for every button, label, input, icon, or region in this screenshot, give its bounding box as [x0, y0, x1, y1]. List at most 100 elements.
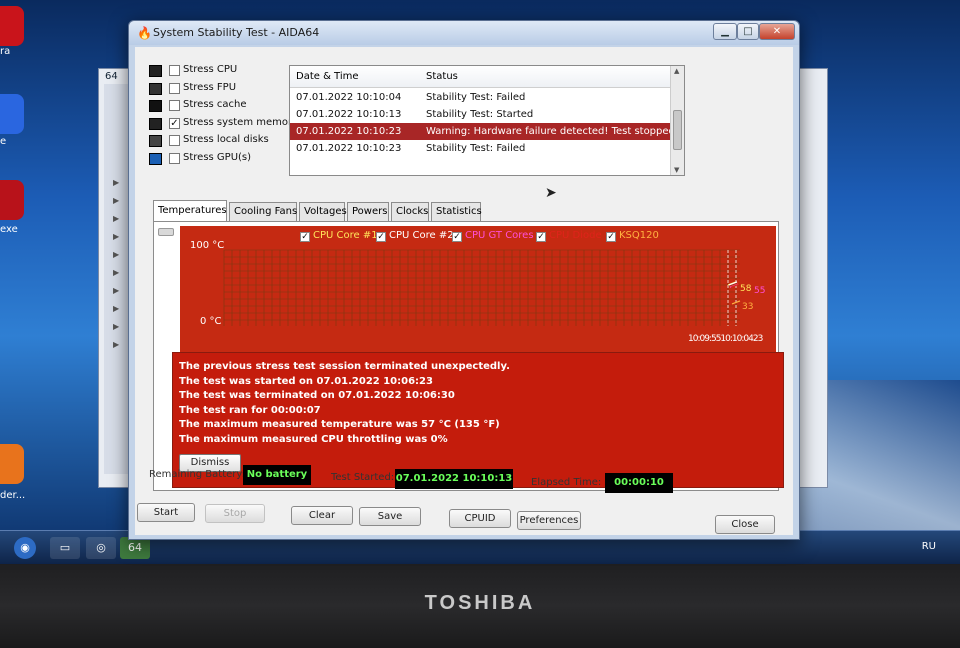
stress-checkbox[interactable]	[169, 135, 180, 146]
log-status: Stability Test: Failed	[426, 143, 526, 154]
value-label-55: 55	[754, 286, 766, 296]
legend-checkbox[interactable]: ✓	[452, 232, 462, 242]
stress-option[interactable]: Stress CPU	[145, 63, 285, 81]
legend-item[interactable]: ✓ CPU Diode	[536, 230, 602, 242]
log-scroll-thumb[interactable]	[673, 110, 682, 150]
stress-option[interactable]: Stress GPU(s)	[145, 151, 285, 169]
stress-option[interactable]: Stress FPU	[145, 81, 285, 99]
battery-value: No battery	[243, 465, 311, 485]
chrome-icon[interactable]: ◎	[86, 537, 116, 559]
close-button[interactable]: Close	[715, 515, 775, 534]
log-row[interactable]: 07.01.2022 10:10:23 Stability Test: Faile…	[290, 140, 670, 157]
stability-test-window[interactable]: 🔥 System Stability Test - AIDA64 ▁ □ ✕ S…	[128, 20, 800, 540]
value-label-58: 58	[740, 284, 752, 294]
desktop-icon-exe[interactable]	[0, 180, 24, 220]
legend-label: CPU GT Cores	[465, 230, 534, 241]
date-column-header[interactable]: Date & Time	[296, 71, 359, 82]
temperature-graph: ✓ CPU Core #1 ✓ CPU Core #2 ✓ CPU GT Cores ✓ CP…	[180, 226, 776, 352]
scroll-down-icon[interactable]: ▼	[674, 166, 679, 174]
legend-item[interactable]: ✓ CPU Core #1	[300, 230, 378, 242]
explorer-icon[interactable]: ▭	[50, 537, 80, 559]
start-button[interactable]: Start	[137, 503, 195, 522]
tab-powers[interactable]: Powers	[347, 202, 389, 221]
tree-expand-icon[interactable]: ▶	[113, 304, 119, 313]
disk-icon	[149, 135, 162, 147]
desktop-icon-label: exe	[0, 224, 18, 235]
graph-scroll-handle[interactable]	[158, 228, 174, 236]
message-line: The test was started on 07.01.2022 10:06…	[179, 375, 433, 387]
stress-option[interactable]: Stress local disks	[145, 133, 285, 151]
desktop-icon-app[interactable]	[0, 94, 24, 134]
tree-expand-icon[interactable]: ▶	[113, 250, 119, 259]
tab-temperatures[interactable]: Temperatures	[153, 200, 227, 221]
legend-checkbox[interactable]: ✓	[376, 232, 386, 242]
stress-checkbox[interactable]	[169, 152, 180, 164]
tree-expand-icon[interactable]: ▶	[113, 214, 119, 223]
tab-statistics[interactable]: Statistics	[431, 202, 482, 221]
tree-expand-icon[interactable]: ▶	[113, 232, 119, 241]
log-status: Stability Test: Started	[426, 109, 534, 120]
legend-checkbox[interactable]: ✓	[300, 232, 310, 242]
log-row[interactable]: 07.01.2022 10:10:04 Stability Test: Faile…	[290, 89, 670, 106]
log-scrollbar[interactable]: ▲ ▼	[670, 66, 684, 175]
save-button[interactable]: Save	[359, 507, 421, 526]
laptop-brand: TOSHIBA	[424, 592, 536, 614]
preferences-button[interactable]: Preferences	[517, 511, 581, 530]
tree-expand-icon[interactable]: ▶	[113, 322, 119, 331]
mouse-cursor-icon: ➤	[545, 185, 557, 201]
log-date: 07.01.2022 10:10:04	[296, 92, 402, 103]
stress-checkbox[interactable]	[169, 65, 180, 76]
stop-button[interactable]: Stop	[205, 504, 265, 523]
tab-cooling-fans[interactable]: Cooling Fans	[229, 202, 297, 221]
stress-option-label: Stress cache	[183, 99, 247, 110]
stress-option[interactable]: ✓ Stress system memory	[145, 116, 298, 134]
legend-checkbox[interactable]: ✓	[606, 232, 616, 242]
stress-option-label: Stress GPU(s)	[183, 151, 252, 163]
legend-item[interactable]: ✓ CPU Core #2	[376, 230, 454, 242]
clear-button[interactable]: Clear	[291, 506, 353, 525]
log-row[interactable]: 07.01.2022 10:10:23 Warning: Hardware fai…	[290, 123, 675, 140]
message-line: The test ran for 00:00:07	[179, 404, 321, 416]
stress-checkbox[interactable]	[169, 100, 180, 111]
desktop-icon-firefox[interactable]	[0, 444, 24, 484]
log-date: 07.01.2022 10:10:23	[296, 126, 402, 137]
title-bar[interactable]: 🔥 System Stability Test - AIDA64 ▁ □ ✕	[129, 21, 799, 45]
legend-item[interactable]: ✓ KSQ120	[606, 230, 659, 242]
desktop-icon-label: e	[0, 136, 7, 147]
stress-option-label: Stress local disks	[183, 134, 269, 145]
tree-expand-icon[interactable]: ▶	[113, 178, 119, 187]
stress-option[interactable]: Stress cache	[145, 98, 285, 116]
stress-checkbox[interactable]: ✓	[169, 117, 180, 129]
fpu-icon	[149, 82, 162, 95]
stress-checkbox[interactable]	[169, 82, 180, 94]
tab-clocks[interactable]: Clocks	[391, 202, 429, 221]
temperature-graph-canvas	[223, 249, 741, 326]
close-window-button[interactable]: ✕	[759, 23, 795, 40]
scroll-up-icon[interactable]: ▲	[674, 67, 679, 75]
elapsed-time-label: Elapsed Time:	[531, 477, 602, 488]
taskbar-aida64-button[interactable]: 64	[120, 537, 150, 559]
stress-option-label: Stress CPU	[183, 64, 238, 75]
start-orb-icon[interactable]: ◉	[14, 537, 36, 559]
test-started-label: Test Started:	[331, 472, 395, 483]
maximize-button[interactable]: □	[737, 23, 759, 40]
minimize-button[interactable]: ▁	[713, 23, 737, 40]
tree-expand-icon[interactable]: ▶	[113, 196, 119, 205]
y-axis-top-label: 100 °C	[190, 240, 225, 251]
desktop-icon-opera[interactable]	[0, 6, 24, 46]
status-column-header[interactable]: Status	[426, 71, 458, 82]
language-indicator[interactable]: RU	[922, 541, 936, 552]
tree-expand-icon[interactable]: ▶	[113, 340, 119, 349]
cache-icon	[149, 100, 162, 112]
window-client-area: Stress CPU Stress FPU Stress cache ✓ Stress …	[135, 47, 793, 535]
cpuid-button[interactable]: CPUID	[449, 509, 511, 528]
tab-voltages[interactable]: Voltages	[299, 202, 347, 221]
tree-expand-icon[interactable]: ▶	[113, 286, 119, 295]
event-log-list[interactable]: Date & Time Status 07.01.2022 10:10:04 St…	[289, 65, 685, 176]
stress-option-label: Stress FPU	[183, 81, 237, 93]
legend-item[interactable]: ✓ CPU GT Cores	[452, 230, 534, 242]
log-row[interactable]: 07.01.2022 10:10:13 Stability Test: Start…	[290, 106, 670, 123]
legend-label: KSQ120	[619, 230, 659, 241]
tree-expand-icon[interactable]: ▶	[113, 268, 119, 277]
legend-checkbox[interactable]: ✓	[536, 232, 546, 242]
